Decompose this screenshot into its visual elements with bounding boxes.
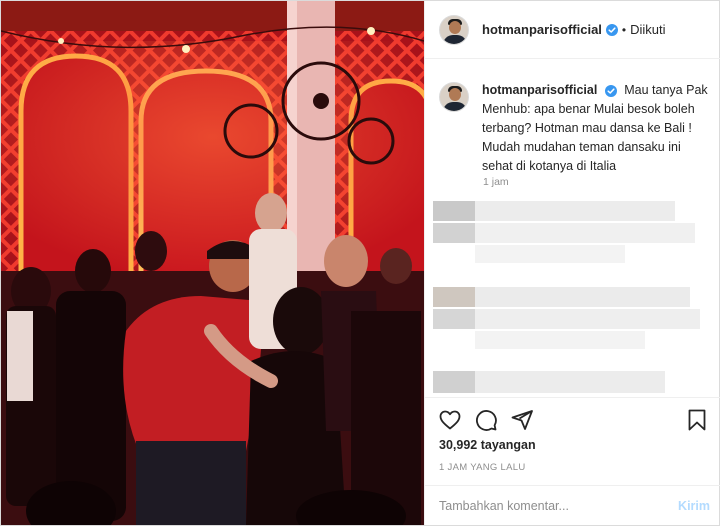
comment-icon[interactable] bbox=[474, 408, 498, 432]
action-bar bbox=[425, 397, 720, 441]
post-sidebar: hotmanparisofficial • Diikuti hotmanpari… bbox=[424, 1, 720, 525]
verified-badge-icon bbox=[605, 23, 618, 36]
caption-body: hotmanparisofficial Mau tanya Pak Menhub… bbox=[482, 81, 709, 176]
username-link[interactable]: hotmanparisofficial bbox=[482, 22, 602, 37]
separator-dot: • bbox=[621, 22, 627, 37]
post-comment-button[interactable]: Kirim bbox=[670, 499, 720, 513]
post-header: hotmanparisofficial • Diikuti bbox=[425, 1, 720, 59]
share-icon[interactable] bbox=[510, 408, 534, 432]
comment-bar: Kirim bbox=[425, 485, 720, 525]
caption: hotmanparisofficial Mau tanya Pak Menhub… bbox=[439, 81, 709, 176]
caption-username[interactable]: hotmanparisofficial bbox=[482, 83, 597, 97]
heart-icon[interactable] bbox=[438, 408, 462, 432]
bookmark-icon[interactable] bbox=[685, 408, 709, 432]
comment-input[interactable] bbox=[425, 490, 670, 521]
post-video[interactable] bbox=[1, 1, 424, 525]
caption-avatar[interactable] bbox=[439, 82, 469, 112]
post-timestamp: 1 JAM YANG LALU bbox=[439, 462, 526, 473]
caption-timestamp: 1 jam bbox=[483, 176, 509, 188]
view-count[interactable]: 30,992 tayangan bbox=[439, 438, 536, 452]
avatar[interactable] bbox=[439, 14, 469, 45]
follow-button[interactable]: Diikuti bbox=[630, 22, 665, 37]
video-frame-illustration bbox=[1, 1, 424, 525]
verified-badge-icon bbox=[604, 84, 617, 97]
